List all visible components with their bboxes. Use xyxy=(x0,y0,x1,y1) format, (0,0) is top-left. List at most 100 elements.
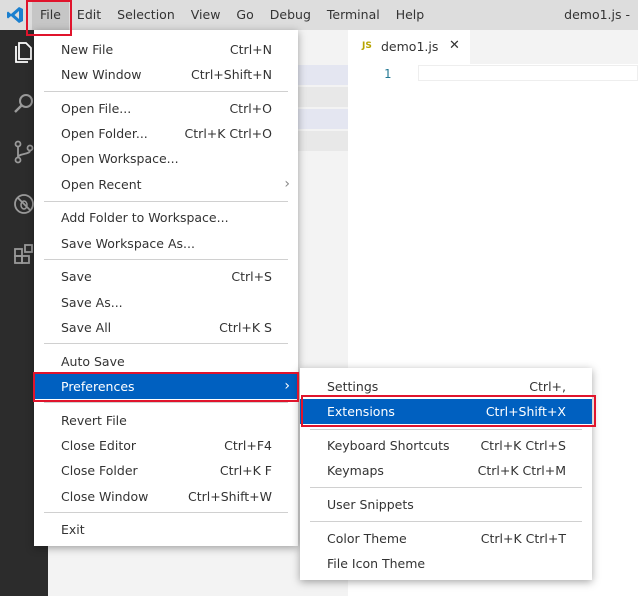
debug-icon[interactable] xyxy=(12,192,36,216)
menu-item-shortcut: Ctrl+K Ctrl+O xyxy=(184,126,272,141)
menu-item-exit[interactable]: Exit xyxy=(34,517,298,542)
search-icon[interactable] xyxy=(12,92,36,116)
menu-selection[interactable]: Selection xyxy=(109,0,183,30)
menu-item-save-all[interactable]: Save All Ctrl+K S xyxy=(34,315,298,340)
current-line-highlight[interactable] xyxy=(418,65,638,81)
menu-item-label: Add Folder to Workspace... xyxy=(61,210,229,225)
menu-item-close-window[interactable]: Close Window Ctrl+Shift+W xyxy=(34,484,298,509)
menu-view[interactable]: View xyxy=(183,0,229,30)
close-icon[interactable]: ✕ xyxy=(449,38,460,53)
menu-item-open-workspace[interactable]: Open Workspace... xyxy=(34,146,298,171)
menu-item-label: Save As... xyxy=(61,295,123,310)
menu-item-label: Open File... xyxy=(61,101,132,116)
menu-item-new-file[interactable]: New File Ctrl+N xyxy=(34,37,298,62)
menu-item-shortcut: Ctrl+K Ctrl+S xyxy=(480,438,566,453)
menu-item-shortcut: Ctrl+K S xyxy=(219,320,272,335)
menu-item-shortcut: Ctrl+Shift+W xyxy=(188,489,272,504)
menu-item-shortcut: Ctrl+K Ctrl+M xyxy=(477,463,566,478)
menu-item-label: User Snippets xyxy=(327,497,414,512)
tab-demo1-js[interactable]: JS demo1.js ✕ xyxy=(348,30,470,64)
menu-item-shortcut: Ctrl+K F xyxy=(219,463,272,478)
window-title: demo1.js - xyxy=(564,7,630,22)
menu-item-label: Preferences xyxy=(61,379,135,394)
menu-separator xyxy=(44,91,288,92)
menu-item-shortcut: Ctrl+K Ctrl+T xyxy=(480,531,566,546)
explorer-icon[interactable] xyxy=(12,40,36,64)
menu-item-label: New File xyxy=(61,42,114,57)
menu-go[interactable]: Go xyxy=(228,0,261,30)
menu-item-label: Save All xyxy=(61,320,112,335)
chevron-right-icon: › xyxy=(284,176,290,192)
menu-item-label: Close Window xyxy=(61,489,149,504)
menu-item-file-icon-theme[interactable]: File Icon Theme xyxy=(300,551,592,576)
menu-item-user-snippets[interactable]: User Snippets xyxy=(300,492,592,517)
menu-item-open-recent[interactable]: Open Recent › xyxy=(34,172,298,197)
menu-item-close-folder[interactable]: Close Folder Ctrl+K F xyxy=(34,458,298,483)
menu-item-extensions[interactable]: Extensions Ctrl+Shift+X xyxy=(300,399,592,424)
menu-item-shortcut: Ctrl+N xyxy=(229,42,272,57)
menu-item-close-editor[interactable]: Close Editor Ctrl+F4 xyxy=(34,433,298,458)
preferences-submenu: Settings Ctrl+, Extensions Ctrl+Shift+X … xyxy=(300,368,592,580)
menu-item-shortcut: Ctrl+, xyxy=(529,379,566,394)
menu-item-shortcut: Ctrl+F4 xyxy=(224,438,272,453)
menu-item-open-folder[interactable]: Open Folder... Ctrl+K Ctrl+O xyxy=(34,121,298,146)
menu-bar: File Edit Selection View Go Debug Termin… xyxy=(32,0,432,30)
menu-separator xyxy=(44,402,288,403)
menu-item-shortcut: Ctrl+Shift+N xyxy=(191,67,272,82)
menu-item-color-theme[interactable]: Color Theme Ctrl+K Ctrl+T xyxy=(300,526,592,551)
menu-item-settings[interactable]: Settings Ctrl+, xyxy=(300,374,592,399)
line-number: 1 xyxy=(384,67,392,81)
file-menu: New File Ctrl+N New Window Ctrl+Shift+N … xyxy=(34,30,298,546)
menu-item-save-as[interactable]: Save As... xyxy=(34,290,298,315)
menu-item-label: Color Theme xyxy=(327,531,407,546)
menu-item-label: Revert File xyxy=(61,413,127,428)
menu-item-keymaps[interactable]: Keymaps Ctrl+K Ctrl+M xyxy=(300,458,592,483)
menu-item-auto-save[interactable]: Auto Save xyxy=(34,349,298,374)
menu-help[interactable]: Help xyxy=(388,0,433,30)
menu-item-label: Keymaps xyxy=(327,463,384,478)
source-control-icon[interactable] xyxy=(12,140,36,164)
menu-item-save-workspace-as[interactable]: Save Workspace As... xyxy=(34,231,298,256)
menu-item-label: File Icon Theme xyxy=(327,556,426,571)
menu-separator xyxy=(44,343,288,344)
menu-item-add-folder-to-workspace[interactable]: Add Folder to Workspace... xyxy=(34,205,298,230)
menu-item-shortcut: Ctrl+O xyxy=(229,101,272,116)
menu-item-label: Settings xyxy=(327,379,379,394)
menu-file[interactable]: File xyxy=(32,0,69,30)
menu-separator xyxy=(44,512,288,513)
menu-edit[interactable]: Edit xyxy=(69,0,109,30)
menu-item-label: Save Workspace As... xyxy=(61,236,195,251)
menu-item-keyboard-shortcuts[interactable]: Keyboard Shortcuts Ctrl+K Ctrl+S xyxy=(300,433,592,458)
js-file-icon: JS xyxy=(362,41,372,51)
menu-item-label: New Window xyxy=(61,67,142,82)
menu-separator xyxy=(44,201,288,202)
menu-item-label: Auto Save xyxy=(61,354,125,369)
menu-terminal[interactable]: Terminal xyxy=(319,0,388,30)
tab-strip: JS demo1.js ✕ xyxy=(348,30,638,64)
menu-item-preferences[interactable]: Preferences › xyxy=(34,374,298,399)
menu-item-label: Extensions xyxy=(327,404,395,419)
menu-item-label: Close Editor xyxy=(61,438,137,453)
extensions-icon[interactable] xyxy=(12,242,36,266)
title-bar: File Edit Selection View Go Debug Termin… xyxy=(0,0,638,30)
menu-item-label: Open Folder... xyxy=(61,126,148,141)
chevron-right-icon: › xyxy=(284,378,290,394)
menu-item-label: Keyboard Shortcuts xyxy=(327,438,450,453)
menu-item-label: Exit xyxy=(61,522,85,537)
menu-item-save[interactable]: Save Ctrl+S xyxy=(34,264,298,289)
menu-item-shortcut: Ctrl+S xyxy=(231,269,272,284)
menu-item-label: Open Workspace... xyxy=(61,151,179,166)
menu-item-label: Close Folder xyxy=(61,463,138,478)
menu-item-label: Open Recent xyxy=(61,177,142,192)
vscode-logo-icon xyxy=(7,7,23,23)
menu-debug[interactable]: Debug xyxy=(262,0,319,30)
tab-label: demo1.js xyxy=(381,39,439,54)
menu-separator xyxy=(44,259,288,260)
menu-item-revert-file[interactable]: Revert File xyxy=(34,408,298,433)
menu-item-new-window[interactable]: New Window Ctrl+Shift+N xyxy=(34,62,298,87)
menu-separator xyxy=(310,429,582,430)
menu-item-open-file[interactable]: Open File... Ctrl+O xyxy=(34,96,298,121)
menu-separator xyxy=(310,521,582,522)
menu-item-label: Save xyxy=(61,269,92,284)
menu-separator xyxy=(310,487,582,488)
